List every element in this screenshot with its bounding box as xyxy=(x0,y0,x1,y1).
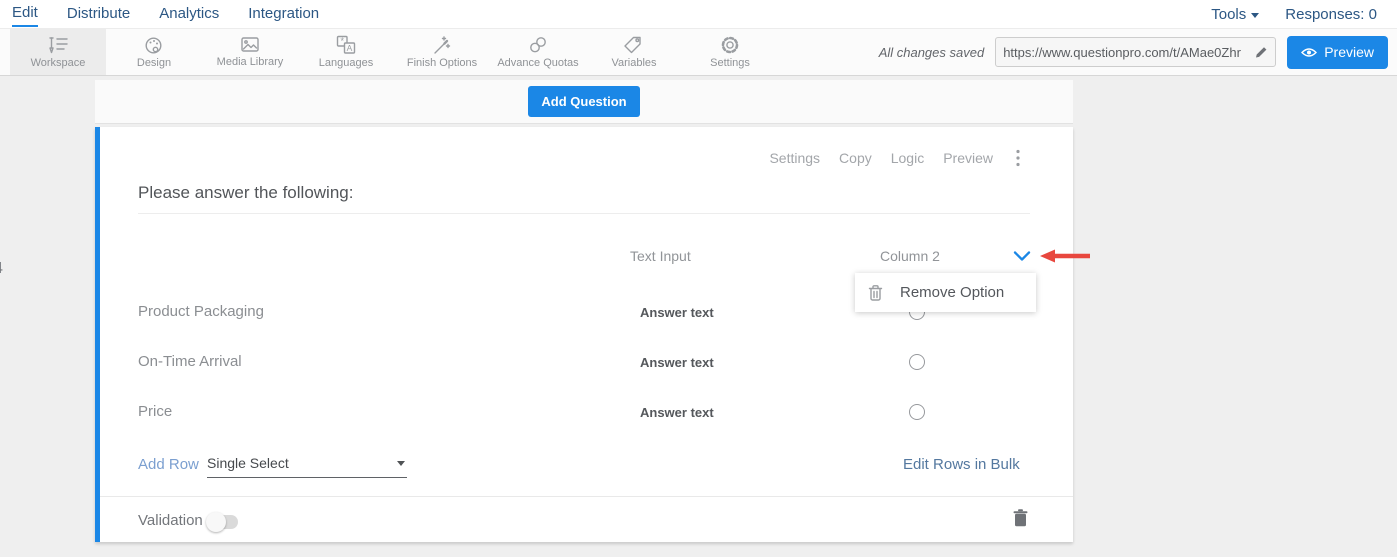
wand-icon xyxy=(431,36,453,55)
column-option-menu: Remove Option xyxy=(855,273,1036,312)
toolbar-item-finish-options[interactable]: Finish Options xyxy=(394,29,490,75)
toolbar-item-label: Design xyxy=(137,57,171,69)
toolbar-item-label: Variables xyxy=(611,57,656,69)
toolbar-item-label: Media Library xyxy=(217,56,284,68)
column2-header[interactable]: Column 2 xyxy=(880,248,940,264)
row-label[interactable]: Product Packaging xyxy=(138,303,264,320)
add-question-button[interactable]: Add Question xyxy=(528,86,639,117)
validation-label: Validation xyxy=(138,512,203,529)
responses-label: Responses: 0 xyxy=(1285,6,1377,23)
palette-icon xyxy=(143,36,165,55)
trash-icon xyxy=(868,284,883,301)
nav-tab-distribute[interactable]: Distribute xyxy=(67,2,130,27)
responses-link[interactable]: Responses: 0 xyxy=(1285,6,1377,23)
translate-icon: * A xyxy=(335,35,357,55)
toolbar-item-label: Workspace xyxy=(31,57,86,69)
survey-column: Add Question Settings Copy Logic Preview… xyxy=(95,80,1073,542)
row-label[interactable]: Price xyxy=(138,403,172,420)
svg-text:A: A xyxy=(347,43,353,53)
tag-icon xyxy=(623,35,645,55)
toolbar-item-label: Settings xyxy=(710,57,750,69)
toggle-knob xyxy=(206,512,226,532)
question-footer: Validation xyxy=(100,496,1073,542)
editor-toolbar: Workspace Design Media Library xyxy=(0,28,1397,76)
nav-tab-integration[interactable]: Integration xyxy=(248,2,319,27)
chain-icon xyxy=(527,35,549,55)
image-icon xyxy=(239,36,261,54)
delete-question-trash-icon[interactable] xyxy=(1013,509,1028,527)
editor-content: 4 Add Question Settings Copy Logic Previ… xyxy=(0,76,1397,557)
tools-label: Tools xyxy=(1211,6,1246,23)
eye-icon xyxy=(1301,47,1317,58)
toolbar-right: All changes saved Preview xyxy=(879,29,1397,75)
toolbar-item-advance-quotas[interactable]: Advance Quotas xyxy=(490,29,586,75)
question-preview-link[interactable]: Preview xyxy=(943,150,993,166)
nav-tab-analytics[interactable]: Analytics xyxy=(159,2,219,27)
tools-menu[interactable]: Tools xyxy=(1211,6,1259,23)
column2-chevron-down-icon[interactable] xyxy=(1013,251,1031,262)
question-copy-link[interactable]: Copy xyxy=(839,150,872,166)
nav-tabs: Edit Distribute Analytics Integration xyxy=(12,1,319,27)
answer-text-field[interactable]: Answer text xyxy=(640,305,714,320)
question-card: Settings Copy Logic Preview Please answe… xyxy=(95,127,1073,542)
toolbar-item-variables[interactable]: Variables xyxy=(586,29,682,75)
toolbar-item-media-library[interactable]: Media Library xyxy=(202,29,298,75)
preview-button-label: Preview xyxy=(1324,44,1374,60)
toolbar-item-settings[interactable]: Settings xyxy=(682,29,778,75)
column1-header[interactable]: Text Input xyxy=(630,248,691,264)
save-status: All changes saved xyxy=(879,45,985,60)
toolbar-item-design[interactable]: Design xyxy=(106,29,202,75)
radio-button[interactable] xyxy=(909,404,925,420)
answer-text-field[interactable]: Answer text xyxy=(640,355,714,370)
row-type-select[interactable]: Single Select xyxy=(207,455,407,478)
question-title[interactable]: Please answer the following: xyxy=(138,183,353,203)
answer-text-field[interactable]: Answer text xyxy=(640,405,714,420)
nav-tab-edit[interactable]: Edit xyxy=(12,1,38,27)
row-label[interactable]: On-Time Arrival xyxy=(138,353,242,370)
toolbar-item-label: Languages xyxy=(319,57,373,69)
nav-right: Tools Responses: 0 xyxy=(1211,6,1385,23)
toolbar-item-languages[interactable]: * A Languages xyxy=(298,29,394,75)
survey-url-box xyxy=(995,37,1276,67)
add-question-strip: Add Question xyxy=(95,80,1073,124)
preview-button[interactable]: Preview xyxy=(1287,36,1388,69)
edit-rows-in-bulk-link[interactable]: Edit Rows in Bulk xyxy=(903,456,1020,473)
select-caret-icon xyxy=(397,461,405,466)
question-logic-link[interactable]: Logic xyxy=(891,150,924,166)
toolbar-item-label: Advance Quotas xyxy=(497,57,578,69)
add-row-button[interactable]: Add Row xyxy=(138,456,199,473)
title-divider xyxy=(138,213,1030,214)
remove-option-menu-item[interactable]: Remove Option xyxy=(900,284,1004,301)
chevron-down-icon xyxy=(1251,13,1259,18)
more-options-kebab-icon[interactable] xyxy=(1016,149,1020,167)
radio-button[interactable] xyxy=(909,354,925,370)
question-actions: Settings Copy Logic Preview xyxy=(769,149,1020,167)
toolbar-item-label: Finish Options xyxy=(407,57,477,69)
survey-url-input[interactable] xyxy=(1003,45,1254,60)
validation-toggle[interactable] xyxy=(208,515,238,529)
workspace-icon xyxy=(47,36,70,55)
toolbar-item-workspace[interactable]: Workspace xyxy=(10,29,106,75)
row-type-value: Single Select xyxy=(207,455,289,471)
gear-icon xyxy=(719,35,741,55)
top-nav: Edit Distribute Analytics Integration To… xyxy=(0,0,1397,28)
annotation-arrow-left-icon xyxy=(1040,249,1090,268)
question-settings-link[interactable]: Settings xyxy=(769,150,820,166)
question-number: 4 xyxy=(0,260,3,278)
edit-url-pencil-icon[interactable] xyxy=(1254,45,1268,59)
